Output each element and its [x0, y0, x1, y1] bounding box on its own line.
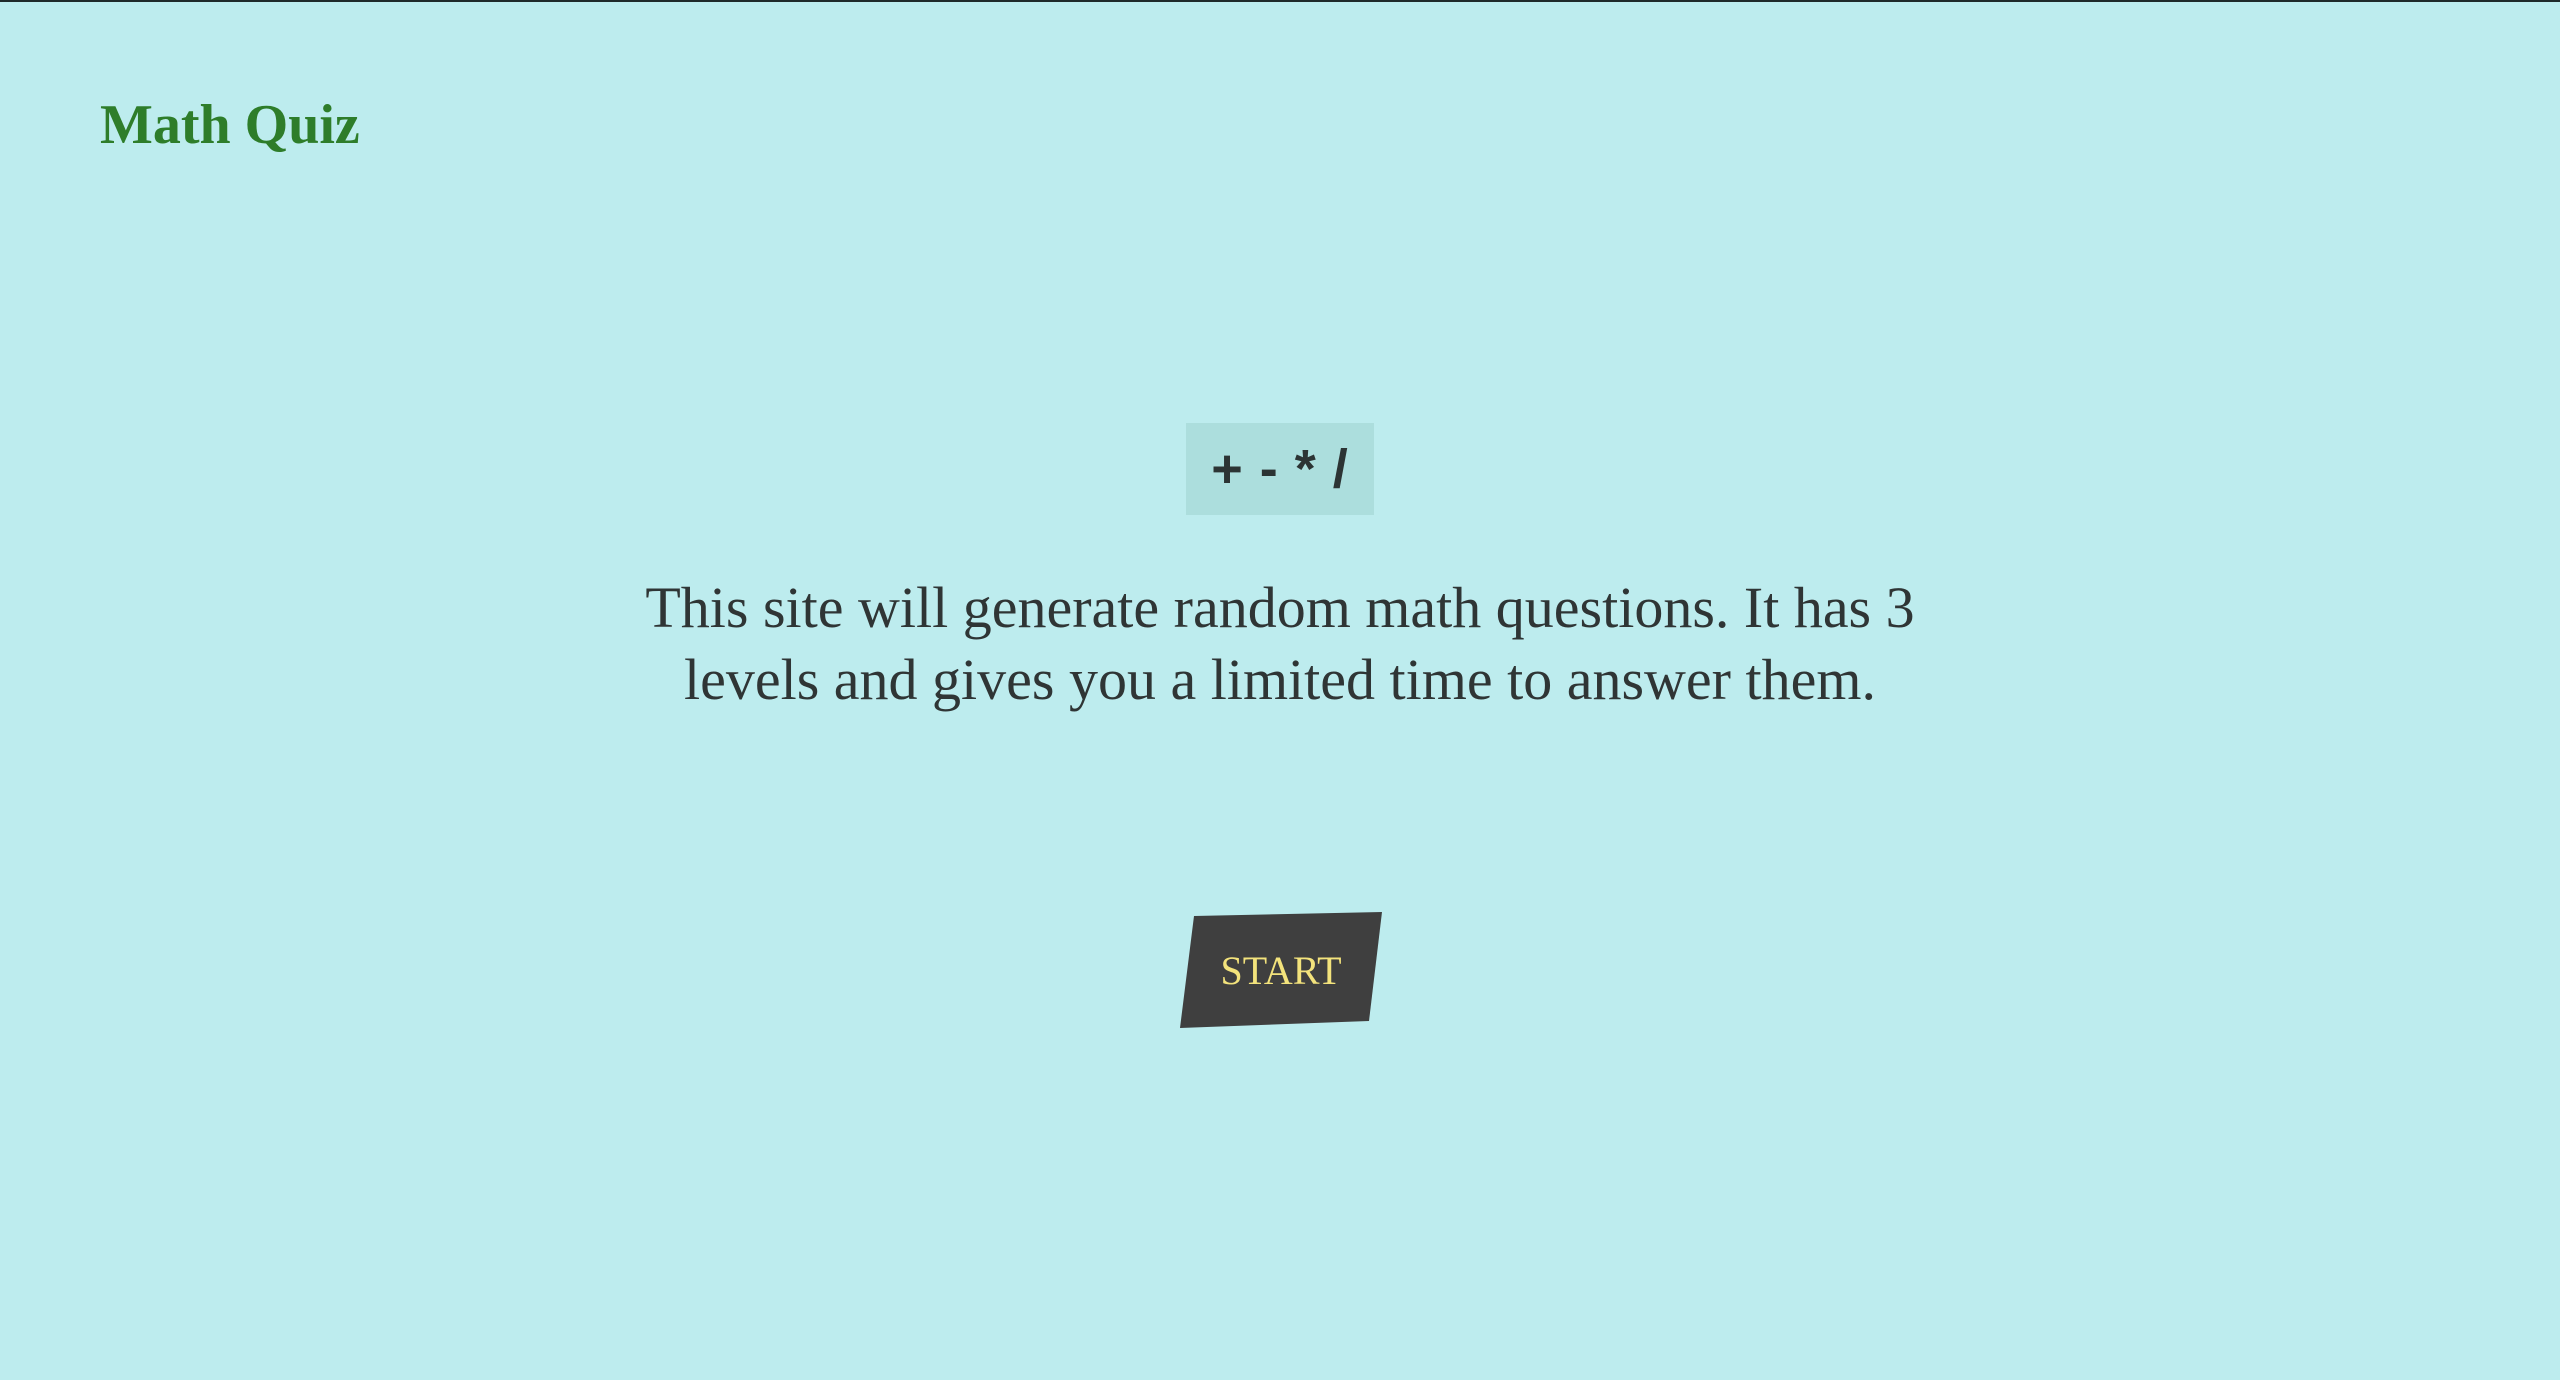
operators-badge: + - * /	[1186, 423, 1374, 515]
site-title: Math Quiz	[100, 94, 360, 156]
intro-description: This site will generate random math ques…	[645, 575, 1915, 712]
start-button[interactable]: START	[1180, 912, 1382, 1028]
